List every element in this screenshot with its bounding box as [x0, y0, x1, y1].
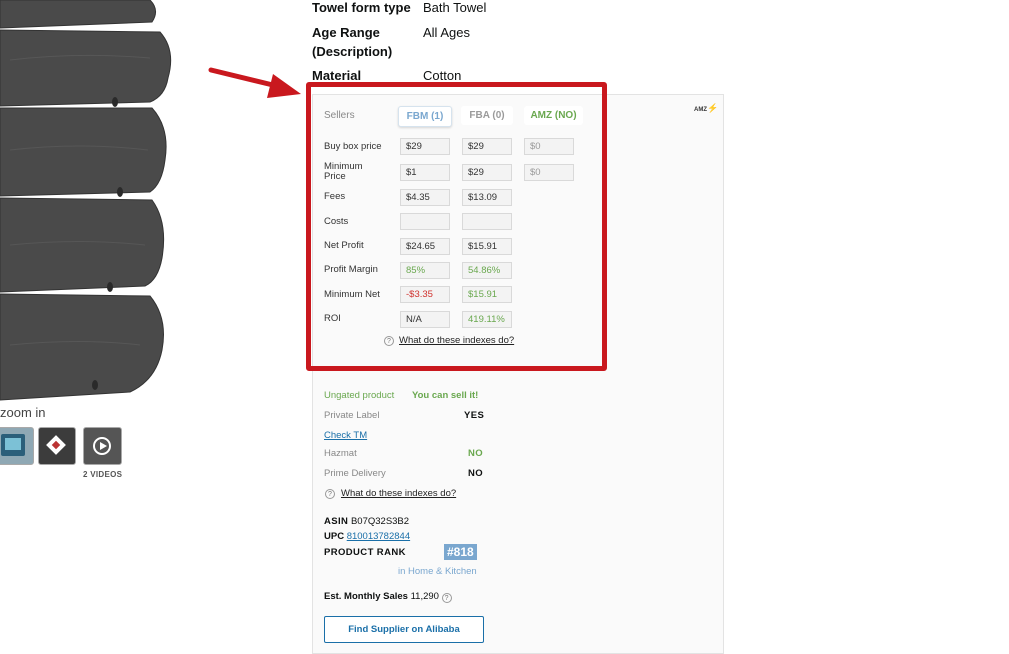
attribute-value: Bath Towel [423, 0, 487, 15]
monthly-sales-label: Est. Monthly Sales [324, 591, 408, 602]
help-icon[interactable]: ? [441, 593, 452, 603]
bolt-icon: ⚡ [707, 103, 719, 113]
videos-count: 2 VIDEOS [83, 470, 123, 479]
private-label-label: Private Label [324, 410, 380, 421]
upc-label: UPC [324, 531, 345, 542]
upc-row: UPC 810013782844 [324, 531, 410, 542]
ungated-label: Ungated product [324, 390, 395, 401]
thumbnail-image [46, 435, 66, 455]
monthly-sales-row: Est. Monthly Sales 11,290 ? [324, 591, 452, 603]
thumbnail-1[interactable] [0, 427, 34, 465]
attribute-value: All Ages [423, 25, 470, 40]
video-thumbnail[interactable] [83, 427, 122, 465]
arrow-annotation [208, 67, 301, 98]
find-supplier-button[interactable]: Find Supplier on Alibaba [324, 616, 484, 643]
prime-delivery-value: NO [468, 468, 484, 479]
hazmat-value: NO [468, 448, 484, 459]
monthly-sales-value: 11,290 [410, 591, 439, 602]
thumbnail-image [1, 434, 25, 456]
extension-logo-text: AMZ [694, 107, 707, 113]
highlight-box [306, 82, 607, 371]
zoom-hint: zoom in [0, 405, 46, 420]
asin-row: ASIN B07Q32S3B2 [324, 516, 409, 527]
rank-category: in Home & Kitchen [398, 566, 477, 577]
upc-link[interactable]: 810013782844 [347, 531, 410, 542]
play-icon [93, 437, 111, 455]
attribute-label: Age Range (Description) [312, 25, 393, 59]
sell-status: You can sell it! [412, 390, 479, 401]
asin-value: B07Q32S3B2 [350, 516, 410, 527]
attribute-label: Towel form type [312, 0, 411, 15]
hazmat-label: Hazmat [324, 448, 357, 459]
prime-delivery-label: Prime Delivery [324, 468, 386, 479]
asin-label: ASIN [324, 516, 349, 527]
product-image[interactable] [0, 0, 175, 402]
thumbnail-2[interactable] [38, 427, 76, 465]
product-rank-badge: #818 [444, 544, 477, 560]
extension-logo[interactable]: AMZ⚡ [694, 104, 722, 124]
private-label-value: YES [464, 410, 485, 421]
help-icon: ? [325, 489, 335, 499]
product-rank-label: PRODUCT RANK [324, 547, 406, 558]
indexes-help-link-2[interactable]: What do these indexes do? [341, 488, 456, 499]
check-tm-link[interactable]: Check TM [324, 430, 367, 441]
